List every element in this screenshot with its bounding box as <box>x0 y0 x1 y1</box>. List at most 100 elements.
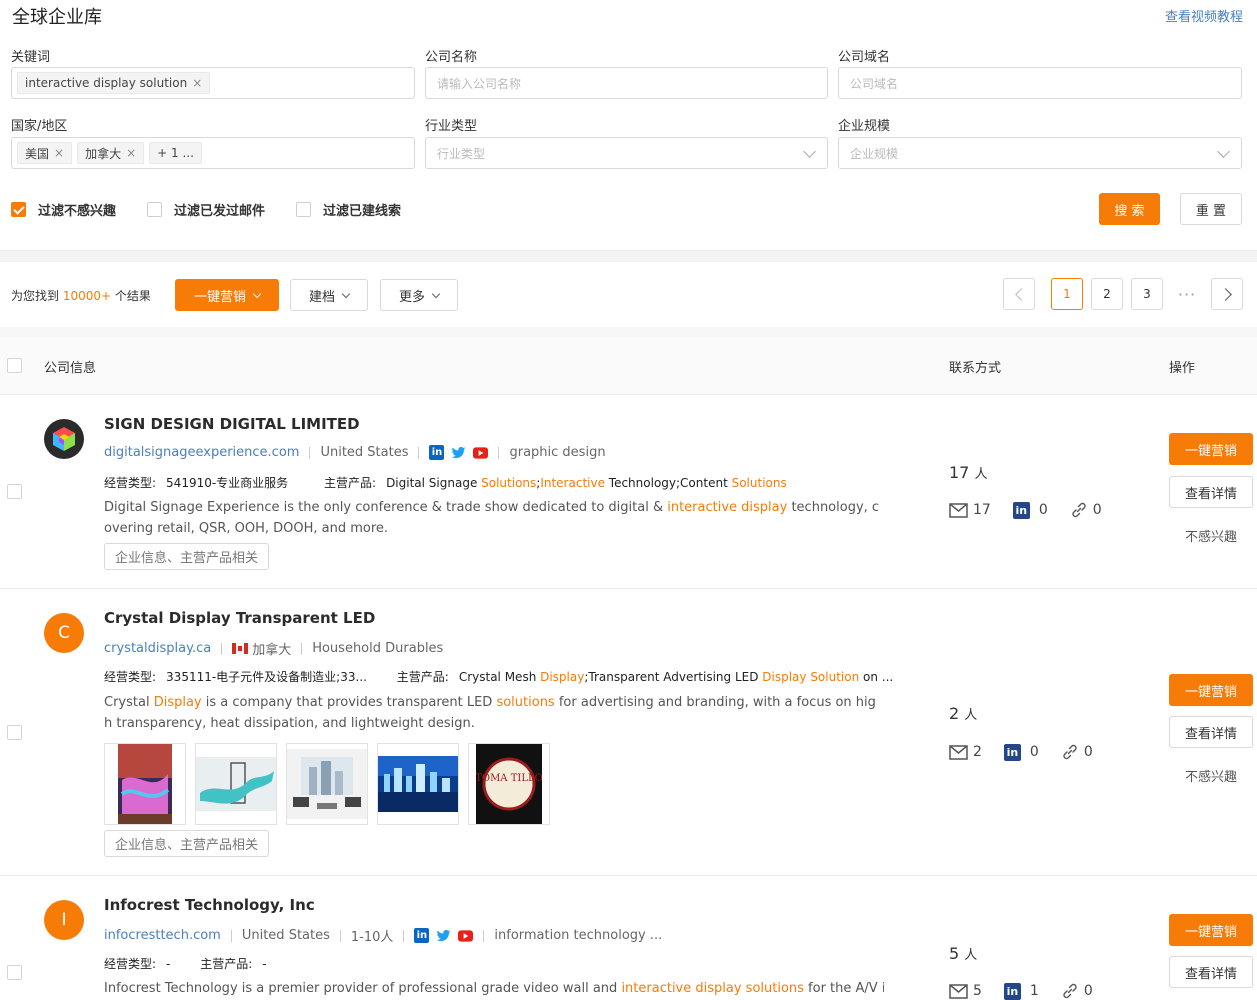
youtube-icon[interactable] <box>473 445 489 460</box>
bulk-marketing-dropdown[interactable]: 一键营销 <box>175 279 279 311</box>
twitter-icon[interactable] <box>451 445 466 460</box>
keyword-input[interactable]: interactive display solution × <box>11 67 415 99</box>
youtube-icon[interactable] <box>458 928 474 943</box>
one-click-marketing-button[interactable]: 一键营销 <box>1169 914 1253 946</box>
company-domain[interactable]: crystaldisplay.ca <box>104 641 211 656</box>
company-logo <box>44 419 84 459</box>
reset-button[interactable]: 重 置 <box>1180 193 1242 225</box>
page-button-1[interactable]: 1 <box>1051 278 1083 310</box>
prev-page-button[interactable] <box>1003 278 1035 310</box>
company-name[interactable]: SIGN DESIGN DIGITAL LIMITED <box>104 415 360 433</box>
email-count[interactable]: 2 <box>949 744 982 760</box>
result-count: 10000+ <box>62 289 112 303</box>
page-ellipsis[interactable]: ··· <box>1171 278 1203 310</box>
keyword-highlight: Display Solution <box>762 670 860 684</box>
main-products-label: 主营产品: <box>200 957 253 971</box>
company-domain[interactable]: digitalsignageexperience.com <box>104 445 299 460</box>
cube-logo-icon <box>53 427 75 451</box>
business-type-label: 经营类型: <box>104 476 157 490</box>
country-more-tag[interactable]: + 1 ... <box>149 142 202 164</box>
product-image[interactable] <box>195 743 277 825</box>
video-tutorial-link[interactable]: 查看视频教程 <box>1165 6 1243 25</box>
search-button[interactable]: 搜 索 <box>1099 193 1160 225</box>
view-details-button[interactable]: 查看详情 <box>1169 476 1253 508</box>
link-count[interactable]: 0 <box>1061 982 1093 1000</box>
linkedin-icon[interactable]: in <box>414 928 430 943</box>
company-name-label: 公司名称 <box>425 50 478 65</box>
archive-dropdown[interactable]: 建档 <box>290 279 368 311</box>
bulk-marketing-label: 一键营销 <box>193 289 246 305</box>
email-count-value: 2 <box>973 744 982 760</box>
row-checkbox[interactable] <box>7 484 22 499</box>
one-click-marketing-button[interactable]: 一键营销 <box>1169 674 1253 706</box>
checkbox-checked[interactable] <box>11 202 26 217</box>
row-checkbox[interactable] <box>7 965 22 980</box>
link-count[interactable]: 0 <box>1061 743 1093 761</box>
page-button-2[interactable]: 2 <box>1091 278 1123 310</box>
row-checkbox[interactable] <box>7 725 22 740</box>
linkedin-icon: in <box>1003 743 1021 761</box>
checkbox[interactable] <box>296 202 312 217</box>
next-page-button[interactable] <box>1211 278 1243 310</box>
twitter-icon[interactable] <box>436 928 451 943</box>
filter-checkboxes: 过滤不感兴趣 过滤已发过邮件 过滤已建线索 <box>11 200 432 219</box>
linkedin-count-value: 0 <box>1038 502 1048 518</box>
close-icon[interactable]: × <box>54 146 64 160</box>
product-image[interactable] <box>104 743 186 825</box>
checkbox[interactable] <box>147 202 163 217</box>
filter-not-interested-checkbox[interactable]: 过滤不感兴趣 <box>11 200 116 219</box>
company-name[interactable]: Infocrest Technology, Inc <box>104 896 315 914</box>
close-icon[interactable]: × <box>192 76 202 90</box>
not-interested-link[interactable]: 不感兴趣 <box>1185 526 1237 545</box>
more-label: 更多 <box>398 289 425 305</box>
company-domain-input[interactable]: 公司域名 <box>838 67 1242 99</box>
linkedin-icon[interactable]: in <box>429 445 445 460</box>
divider <box>301 642 303 655</box>
filter-leads-checkbox[interactable]: 过滤已建线索 <box>296 200 401 219</box>
more-dropdown[interactable]: 更多 <box>380 279 458 311</box>
one-click-marketing-button[interactable]: 一键营销 <box>1169 433 1253 465</box>
company-industry: Household Durables <box>312 641 444 656</box>
company-name-input[interactable]: 请输入公司名称 <box>425 67 828 99</box>
country-select[interactable]: 美国 × 加拿大 × + 1 ... <box>11 137 415 169</box>
linkedin-count[interactable]: in 0 <box>1003 743 1039 761</box>
view-details-button[interactable]: 查看详情 <box>1169 956 1253 988</box>
email-count[interactable]: 5 <box>949 983 982 999</box>
filter-emailed-checkbox[interactable]: 过滤已发过邮件 <box>147 200 265 219</box>
size-select[interactable]: 企业规模 <box>838 137 1242 169</box>
product-image[interactable] <box>377 743 459 825</box>
archive-label: 建档 <box>308 289 335 305</box>
company-description: Digital Signage Experience is the only c… <box>104 497 884 539</box>
email-count[interactable]: 17 <box>949 502 991 518</box>
company-country: United States <box>320 445 409 460</box>
industry-select[interactable]: 行业类型 <box>425 137 828 169</box>
select-all-checkbox[interactable] <box>7 358 22 373</box>
people-unit: 人 <box>974 467 988 482</box>
page-button-3[interactable]: 3 <box>1131 278 1163 310</box>
company-country: 加拿大 <box>252 643 292 658</box>
company-domain[interactable]: infocresttech.com <box>104 928 221 943</box>
checkbox-label: 过滤已建线索 <box>323 204 402 219</box>
keyword-highlight: Solutions <box>481 476 537 490</box>
linkedin-count[interactable]: in 0 <box>1012 501 1048 519</box>
link-icon <box>1063 983 1077 999</box>
linkedin-count[interactable]: in 1 <box>1003 982 1039 1000</box>
description-text: Digital Signage Experience is the only c… <box>104 500 668 515</box>
linkedin-count-value: 0 <box>1029 744 1039 760</box>
not-interested-link[interactable]: 不感兴趣 <box>1185 766 1237 785</box>
close-icon[interactable]: × <box>126 146 136 160</box>
company-country: United States <box>241 928 330 943</box>
product-image[interactable]: TOMA TILLO <box>468 743 550 825</box>
product-image[interactable] <box>286 743 368 825</box>
people-count: 2 <box>949 704 960 723</box>
keyword-highlight: solutions <box>496 695 555 710</box>
link-count[interactable]: 0 <box>1070 501 1102 519</box>
link-icon <box>1063 744 1077 760</box>
keyword-highlight: Interactive <box>540 476 605 490</box>
company-name[interactable]: Crystal Display Transparent LED <box>104 609 375 627</box>
view-details-button[interactable]: 查看详情 <box>1169 716 1253 748</box>
chevron-down-icon <box>431 289 441 298</box>
result-prefix: 为您找到 <box>11 289 60 303</box>
divider <box>309 446 311 459</box>
divider <box>483 929 485 942</box>
